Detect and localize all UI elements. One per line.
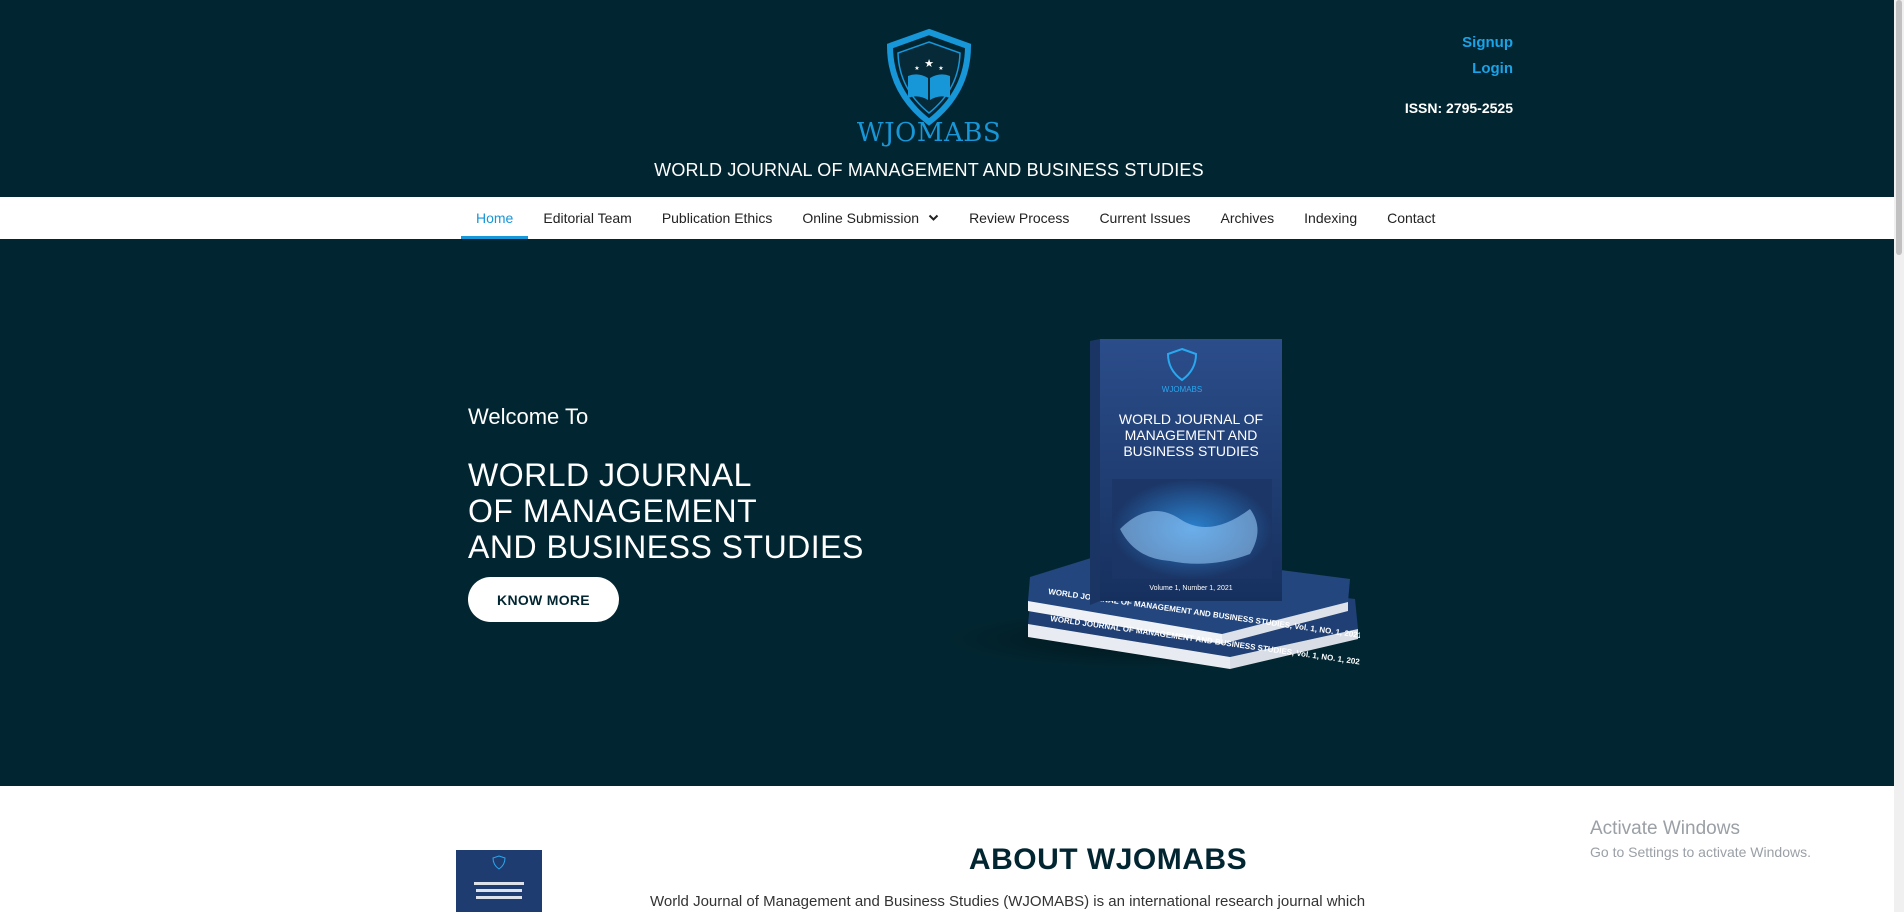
about-book-image [454, 848, 546, 912]
svg-text:★: ★ [938, 65, 943, 72]
page: ★ ★ ★ WJOMABS WORLD JOURNAL OF MANAGEMEN… [0, 0, 1894, 912]
hero-section: Welcome To WORLD JOURNAL OF MANAGEMENT A… [0, 239, 1894, 786]
nav-list: Home Editorial Team Publication Ethics O… [461, 197, 1450, 239]
nav-item-online-submission[interactable]: Online Submission [787, 197, 954, 239]
signup-link[interactable]: Signup [1462, 30, 1513, 56]
main-nav: Home Editorial Team Publication Ethics O… [0, 197, 1894, 239]
book-volume: Volume 1, Number 1, 2021 [1149, 585, 1232, 592]
book-cover-title-line-1: WORLD JOURNAL OF [1119, 411, 1263, 427]
hero-welcome: Welcome To [468, 404, 589, 429]
hero-title-line-2: OF MANAGEMENT [468, 493, 758, 529]
journal-title: WORLD JOURNAL OF MANAGEMENT AND BUSINESS… [654, 160, 1204, 180]
issn-label: ISSN: 2795-2525 [1404, 100, 1513, 116]
about-title: ABOUT WJOMABS [968, 843, 1248, 876]
nav-item-editorial-team[interactable]: Editorial Team [528, 197, 646, 239]
windows-activation-watermark: Activate Windows Go to Settings to activ… [1590, 818, 1811, 860]
nav-item-publication-ethics[interactable]: Publication Ethics [647, 197, 788, 239]
nav-item-review-process[interactable]: Review Process [954, 197, 1084, 239]
activation-line-2: Go to Settings to activate Windows. [1590, 844, 1811, 860]
hero-title: WORLD JOURNAL OF MANAGEMENT AND BUSINESS… [468, 457, 864, 565]
nav-item-current-issues[interactable]: Current Issues [1084, 197, 1205, 239]
journal-book-image: WORLD JOURNAL OF MANAGEMENT AND BUSINESS… [945, 339, 1360, 669]
about-text: World Journal of Management and Business… [650, 893, 1366, 910]
book-cover-title-line-3: BUSINESS STUDIES [1123, 443, 1258, 459]
nav-item-home[interactable]: Home [461, 197, 529, 239]
scrollbar-thumb[interactable] [1896, 0, 1902, 255]
auth-links: Signup Login [1462, 30, 1513, 82]
chevron-down-icon [928, 214, 939, 221]
brand-name[interactable]: WJOMABS [829, 118, 1029, 148]
activation-line-1: Activate Windows [1590, 818, 1740, 839]
nav-item-online-submission-label: Online Submission [802, 210, 920, 226]
svg-text:★: ★ [914, 65, 919, 72]
hero-title-line-1: WORLD JOURNAL [468, 457, 752, 493]
login-link[interactable]: Login [1462, 56, 1513, 82]
hero-title-line-3: AND BUSINESS STUDIES [468, 529, 864, 565]
svg-text:★: ★ [924, 58, 934, 70]
book-brand: WJOMABS [1162, 385, 1202, 394]
nav-item-contact[interactable]: Contact [1372, 197, 1450, 239]
know-more-button[interactable]: KNOW MORE [468, 577, 619, 622]
shield-book-logo-icon[interactable]: ★ ★ ★ [880, 28, 978, 126]
site-header: ★ ★ ★ WJOMABS WORLD JOURNAL OF MANAGEMEN… [0, 0, 1894, 197]
nav-item-archives[interactable]: Archives [1205, 197, 1289, 239]
nav-item-indexing[interactable]: Indexing [1289, 197, 1372, 239]
book-cover-title-line-2: MANAGEMENT AND [1125, 427, 1258, 443]
